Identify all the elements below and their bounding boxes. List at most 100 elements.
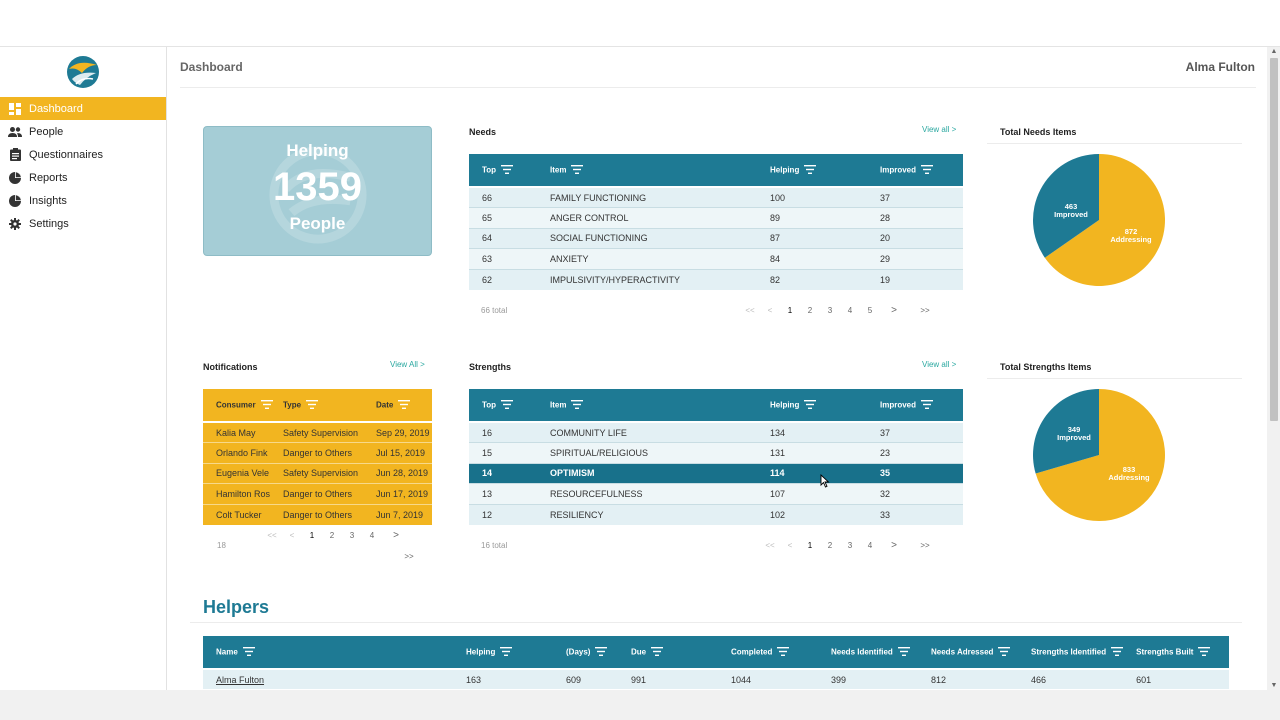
table-row[interactable]: Kalia May Safety Supervision Sep 29, 2019	[203, 421, 432, 443]
column-header-strengths-built[interactable]: Strengths Built	[1123, 636, 1229, 669]
first-page-button[interactable]: <<	[740, 306, 760, 315]
total-needs-title: Total Needs Items	[1000, 127, 1077, 137]
table-row[interactable]: Eugenia Vele Safety Supervision Jun 28, 20…	[203, 462, 432, 484]
column-header-helping[interactable]: Helping	[757, 154, 867, 187]
filter-icon[interactable]	[804, 399, 817, 411]
scroll-down-arrow-icon[interactable]: ▼	[1270, 682, 1278, 690]
column-header-consumer[interactable]: Consumer	[203, 389, 273, 422]
table-row[interactable]: 66 FAMILY FUNCTIONING 100 37	[469, 186, 963, 208]
page-button[interactable]: 3	[840, 541, 860, 550]
column-header-name[interactable]: Name	[203, 636, 453, 669]
page-button[interactable]: 4	[840, 306, 860, 315]
first-page-button[interactable]: <<	[262, 531, 282, 540]
page-button[interactable]: 4	[860, 541, 880, 550]
filter-icon[interactable]	[260, 399, 273, 411]
last-page-button[interactable]: >>	[908, 541, 942, 550]
table-row[interactable]: Hamilton Ros Danger to Others Jun 17, 2019	[203, 483, 432, 505]
scrollbar-thumb[interactable]	[1270, 58, 1278, 421]
needs-view-all-link[interactable]: View all >	[922, 125, 956, 134]
filter-icon[interactable]	[398, 399, 411, 411]
filter-icon[interactable]	[571, 164, 584, 176]
next-page-button[interactable]: >	[382, 530, 410, 541]
filter-icon[interactable]	[804, 164, 817, 176]
column-header-due[interactable]: Due	[618, 636, 718, 669]
column-header-item[interactable]: Item	[537, 389, 757, 422]
filter-icon[interactable]	[501, 164, 514, 176]
strengths-view-all-link[interactable]: View all >	[922, 360, 956, 369]
filter-icon[interactable]	[921, 164, 934, 176]
table-row[interactable]: 15 SPIRITUAL/RELIGIOUS 131 23	[469, 442, 963, 464]
filter-icon[interactable]	[1198, 646, 1211, 658]
next-page-button[interactable]: >	[880, 540, 908, 551]
column-header-top[interactable]: Top	[469, 389, 537, 422]
prev-page-button[interactable]: <	[760, 306, 780, 315]
table-row[interactable]: 64 SOCIAL FUNCTIONING 87 20	[469, 227, 963, 249]
column-header-helping[interactable]: Helping	[757, 389, 867, 422]
pie-chart-icon	[8, 171, 22, 185]
sidebar-item-dashboard[interactable]: Dashboard	[0, 97, 166, 120]
page-button[interactable]: 5	[860, 306, 880, 315]
filter-icon[interactable]	[897, 646, 910, 658]
filter-icon[interactable]	[777, 646, 790, 658]
column-header-top[interactable]: Top	[469, 154, 537, 187]
filter-icon[interactable]	[242, 646, 255, 658]
table-row[interactable]: 62 IMPULSIVITY/HYPERACTIVITY 82 19	[469, 268, 963, 290]
filter-icon[interactable]	[651, 646, 664, 658]
helpers-table: Name Helping (Days) Due Completed Needs …	[203, 636, 1229, 689]
page-button[interactable]: 2	[322, 531, 342, 540]
page-button[interactable]: 1	[800, 541, 820, 550]
column-header-needs-identified[interactable]: Needs Identified	[818, 636, 918, 669]
sidebar-item-settings[interactable]: Settings	[0, 212, 166, 235]
first-page-button[interactable]: <<	[760, 541, 780, 550]
column-header-needs-adressed[interactable]: Needs Adressed	[918, 636, 1018, 669]
page-button[interactable]: 1	[302, 531, 322, 540]
page-button[interactable]: 3	[820, 306, 840, 315]
table-row[interactable]: Orlando Fink Danger to Others Jul 15, 2019	[203, 442, 432, 464]
page-button[interactable]: 1	[780, 306, 800, 315]
mouse-cursor-icon	[820, 474, 830, 488]
notifications-view-all-link[interactable]: View All >	[390, 360, 425, 369]
column-header-improved[interactable]: Improved	[867, 154, 963, 187]
last-page-button[interactable]: >>	[908, 306, 942, 315]
table-row[interactable]: 16 COMMUNITY LIFE 134 37	[469, 421, 963, 443]
filter-icon[interactable]	[501, 399, 514, 411]
column-header-helping[interactable]: Helping	[453, 636, 553, 669]
user-name[interactable]: Alma Fulton	[1186, 60, 1255, 74]
filter-icon[interactable]	[500, 646, 513, 658]
column-header-days[interactable]: (Days)	[553, 636, 618, 669]
page-button[interactable]: 2	[820, 541, 840, 550]
column-header-completed[interactable]: Completed	[718, 636, 818, 669]
sidebar-item-insights[interactable]: Insights	[0, 189, 166, 212]
table-row[interactable]: 13 RESOURCEFULNESS 107 32	[469, 483, 963, 505]
filter-icon[interactable]	[921, 399, 934, 411]
table-row[interactable]: 12 RESILIENCY 102 33	[469, 503, 963, 525]
column-header-item[interactable]: Item	[537, 154, 757, 187]
next-page-button[interactable]: >	[880, 305, 908, 316]
column-header-strengths-identified[interactable]: Strengths Identified	[1018, 636, 1124, 669]
filter-icon[interactable]	[1111, 646, 1124, 658]
column-header-type[interactable]: Type	[270, 389, 363, 422]
table-row[interactable]: 65 ANGER CONTROL 89 28	[469, 207, 963, 229]
table-row-selected[interactable]: 14 OPTIMISM 114 35	[469, 462, 963, 484]
sidebar-item-people[interactable]: People	[0, 120, 166, 143]
filter-icon[interactable]	[998, 646, 1011, 658]
page-button[interactable]: 4	[362, 531, 382, 540]
filter-icon[interactable]	[595, 646, 608, 658]
table-row[interactable]: 63 ANXIETY 84 29	[469, 248, 963, 270]
prev-page-button[interactable]: <	[780, 541, 800, 550]
page-button[interactable]: 3	[342, 531, 362, 540]
last-page-button[interactable]: >>	[401, 552, 417, 561]
column-header-improved[interactable]: Improved	[867, 389, 963, 422]
prev-page-button[interactable]: <	[282, 531, 302, 540]
scroll-up-arrow-icon[interactable]: ▲	[1270, 48, 1278, 56]
filter-icon[interactable]	[571, 399, 584, 411]
table-row[interactable]: Colt Tucker Danger to Others Jun 7, 2019	[203, 503, 432, 525]
page-button[interactable]: 2	[800, 306, 820, 315]
strengths-pie-chart: 349 Improved 833 Addressing	[1033, 389, 1165, 521]
table-row[interactable]: Alma Fulton 163 609 991 1044 399 812 466 601	[203, 668, 1229, 689]
filter-icon[interactable]	[306, 399, 319, 411]
column-header-date[interactable]: Date	[363, 389, 432, 422]
sidebar-item-questionnaires[interactable]: Questionnaires	[0, 143, 166, 166]
sidebar-item-reports[interactable]: Reports	[0, 166, 166, 189]
helper-name-link[interactable]: Alma Fulton	[216, 675, 264, 685]
